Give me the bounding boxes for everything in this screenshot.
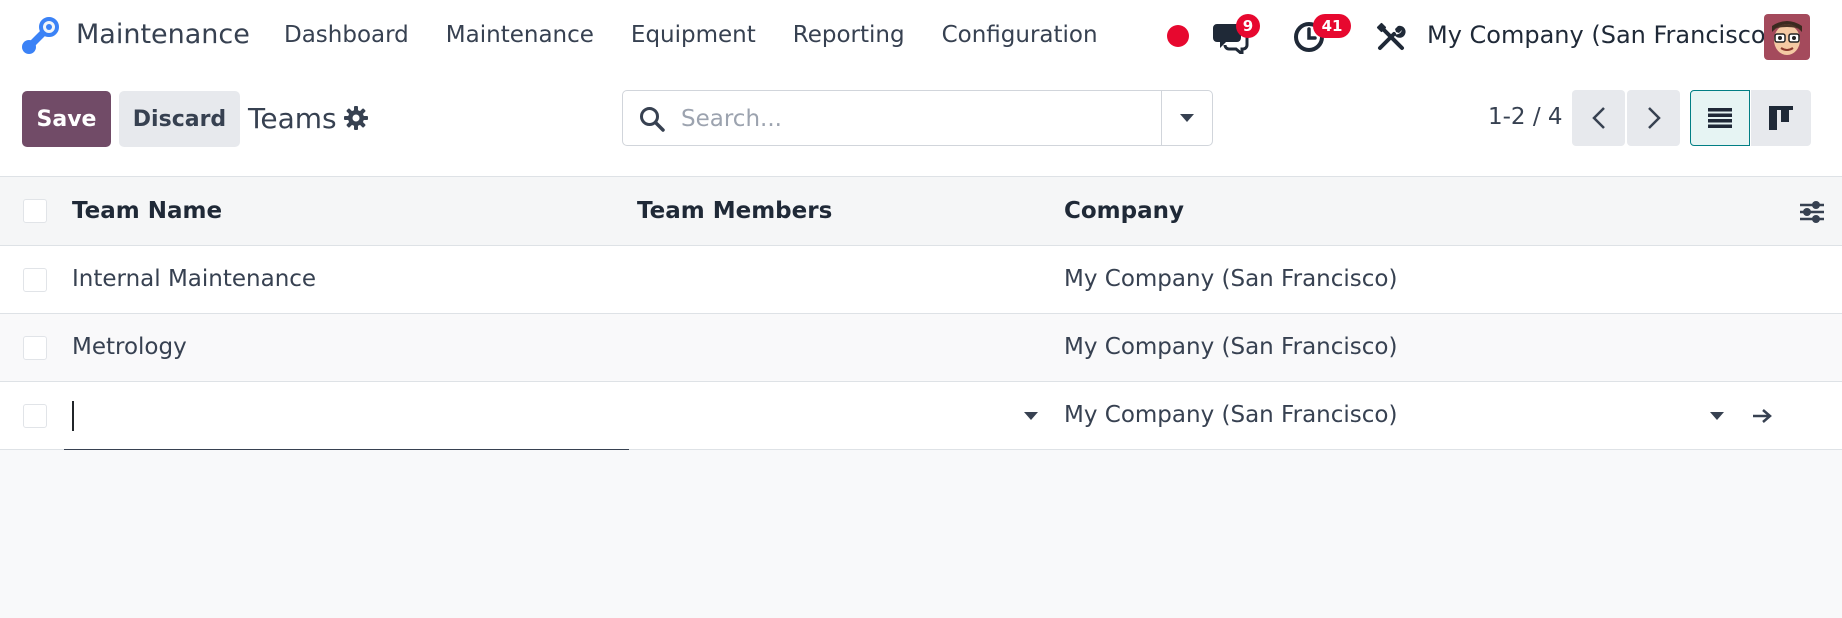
members-dropdown-icon[interactable] — [1024, 412, 1038, 420]
list-view-icon — [1708, 108, 1732, 128]
company-cell[interactable]: My Company (San Francisco) — [1064, 334, 1397, 360]
control-panel: Save Discard Teams 1-2 / 4 — [0, 74, 1842, 177]
company-input[interactable]: My Company (San Francisco) — [1064, 402, 1397, 428]
gear-icon[interactable] — [343, 105, 369, 131]
table-row[interactable]: Internal Maintenance My Company (San Fra… — [0, 246, 1842, 314]
activities-count-badge: 41 — [1313, 14, 1351, 38]
column-header-company[interactable]: Company — [1064, 198, 1184, 224]
messages-count-badge: 9 — [1236, 14, 1260, 38]
select-all-checkbox[interactable] — [23, 199, 47, 223]
pager-value[interactable]: 1-2 / 4 — [1488, 104, 1563, 130]
caret-down-icon — [1180, 114, 1194, 122]
user-avatar[interactable] — [1764, 14, 1810, 60]
kanban-view-icon — [1769, 106, 1793, 130]
optional-columns-icon[interactable] — [1798, 199, 1826, 225]
column-header-team-name[interactable]: Team Name — [72, 198, 222, 224]
page-title[interactable]: Teams — [248, 102, 337, 135]
company-cell[interactable]: My Company (San Francisco) — [1064, 266, 1397, 292]
menu-dashboard[interactable]: Dashboard — [284, 22, 409, 48]
list-view-button[interactable] — [1690, 90, 1750, 146]
table-header-row: Team Name Team Members Company — [0, 177, 1842, 246]
text-cursor — [72, 401, 74, 431]
internal-link-arrow-icon[interactable] — [1750, 404, 1774, 428]
search-icon[interactable] — [638, 105, 666, 133]
search-input[interactable] — [679, 103, 1083, 135]
table-row[interactable]: Metrology My Company (San Francisco) — [0, 314, 1842, 382]
row-checkbox[interactable] — [23, 268, 47, 292]
team-name-cell[interactable]: Internal Maintenance — [72, 266, 316, 292]
row-checkbox[interactable] — [23, 336, 47, 360]
new-record-row[interactable]: My Company (San Francisco) — [0, 382, 1842, 450]
recording-indicator-icon[interactable] — [1167, 25, 1189, 47]
pager-previous-button[interactable] — [1572, 90, 1625, 146]
row-checkbox[interactable] — [23, 404, 47, 428]
top-navbar: Maintenance Dashboard Maintenance Equipm… — [0, 0, 1842, 74]
column-header-team-members[interactable]: Team Members — [637, 198, 832, 224]
menu-configuration[interactable]: Configuration — [942, 22, 1098, 48]
chevron-right-icon — [1647, 107, 1661, 129]
menu-reporting[interactable]: Reporting — [793, 22, 905, 48]
main-menu: Dashboard Maintenance Equipment Reportin… — [284, 22, 1135, 48]
teams-list-table: Team Name Team Members Company Internal … — [0, 177, 1842, 450]
search-options-toggle[interactable] — [1161, 91, 1212, 145]
maintenance-app-icon[interactable] — [18, 16, 60, 58]
search-box — [622, 90, 1213, 146]
debug-tools-icon[interactable] — [1376, 22, 1406, 52]
team-name-cell[interactable]: Metrology — [72, 334, 187, 360]
chevron-left-icon — [1591, 107, 1605, 129]
app-name[interactable]: Maintenance — [76, 19, 250, 50]
team-name-input[interactable] — [64, 382, 629, 450]
menu-equipment[interactable]: Equipment — [631, 22, 756, 48]
save-button[interactable]: Save — [22, 91, 111, 147]
menu-maintenance[interactable]: Maintenance — [446, 22, 594, 48]
kanban-view-button[interactable] — [1751, 90, 1811, 146]
company-switcher[interactable]: My Company (San Francisco) — [1427, 21, 1775, 49]
discard-button[interactable]: Discard — [119, 91, 240, 147]
company-dropdown-icon[interactable] — [1710, 412, 1724, 420]
pager-next-button[interactable] — [1627, 90, 1680, 146]
